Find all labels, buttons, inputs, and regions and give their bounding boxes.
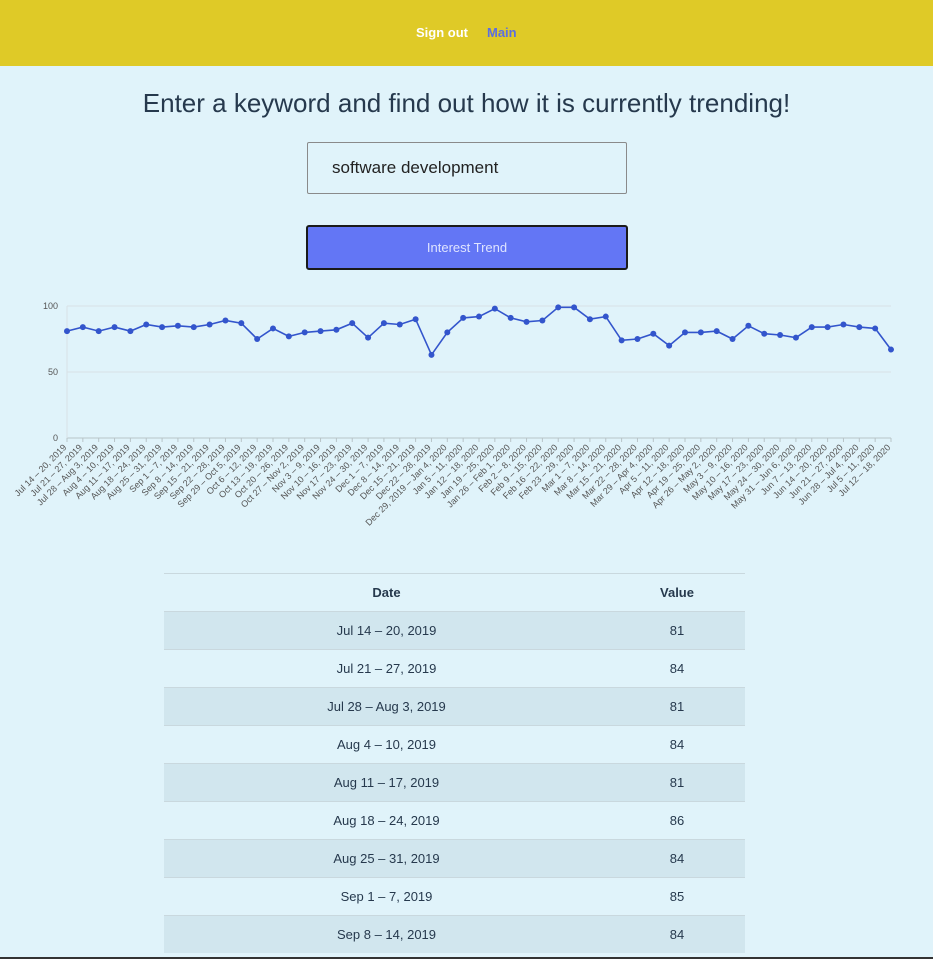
data-point: [238, 320, 245, 327]
data-point: [808, 324, 815, 331]
data-point: [602, 313, 609, 320]
data-point: [460, 314, 467, 321]
data-point: [428, 351, 435, 358]
table-header-row: Date Value: [164, 573, 745, 612]
data-point: [365, 334, 372, 341]
table-row: Sep 1 – 7, 2019 85: [164, 877, 745, 916]
y-tick-label: 50: [48, 367, 58, 377]
data-point: [586, 316, 593, 323]
data-point: [856, 324, 863, 331]
value-cell: 81: [609, 687, 745, 726]
data-point: [571, 304, 578, 311]
data-point: [888, 346, 894, 353]
data-point: [174, 322, 181, 329]
table-row: Jul 14 – 20, 2019 81: [164, 611, 745, 650]
data-point: [64, 328, 70, 335]
table-row: Sep 8 – 14, 2019 84: [164, 915, 745, 953]
date-cell: Jul 14 – 20, 2019: [164, 611, 609, 650]
y-tick-label: 100: [43, 301, 58, 311]
value-cell: 81: [609, 611, 745, 650]
data-point: [491, 305, 498, 312]
data-point: [95, 328, 102, 335]
keyword-search-input[interactable]: [307, 142, 627, 194]
data-point: [79, 324, 86, 331]
value-cell: 86: [609, 801, 745, 840]
data-point: [666, 342, 673, 349]
table-row: Aug 4 – 10, 2019 84: [164, 725, 745, 764]
data-point: [206, 321, 213, 328]
data-point: [190, 324, 197, 331]
date-column-header: Date: [164, 573, 609, 612]
data-point: [333, 326, 340, 333]
data-point: [539, 317, 546, 324]
data-point: [872, 325, 879, 332]
table-row: Aug 11 – 17, 2019 81: [164, 763, 745, 802]
data-point: [317, 328, 324, 335]
data-point: [127, 328, 134, 335]
table-row: Jul 28 – Aug 3, 2019 81: [164, 687, 745, 726]
data-point: [523, 318, 530, 325]
data-point: [618, 337, 625, 344]
data-point: [682, 329, 688, 336]
date-cell: Sep 8 – 14, 2019: [164, 915, 609, 953]
data-point: [301, 329, 308, 336]
page-headline: Enter a keyword and find out how it is c…: [142, 88, 791, 118]
value-cell: 84: [609, 915, 745, 953]
data-point: [254, 336, 261, 342]
top-navigation-bar: Sign out Main: [0, 0, 933, 66]
data-point: [396, 321, 403, 328]
data-point: [507, 314, 514, 321]
data-point: [824, 324, 831, 331]
data-point: [222, 317, 229, 324]
table-row: Jul 21 – 27, 2019 84: [164, 649, 745, 688]
data-point: [777, 332, 784, 339]
data-point: [349, 320, 356, 327]
data-point: [111, 324, 118, 331]
date-cell: Jul 21 – 27, 2019: [164, 649, 609, 688]
date-cell: Aug 11 – 17, 2019: [164, 763, 609, 802]
data-point: [143, 321, 150, 328]
value-column-header: Value: [609, 573, 745, 612]
value-cell: 81: [609, 763, 745, 802]
data-point: [792, 334, 799, 341]
date-cell: Aug 18 – 24, 2019: [164, 801, 609, 840]
data-point: [650, 330, 657, 337]
data-point: [555, 304, 562, 311]
date-cell: Aug 4 – 10, 2019: [164, 725, 609, 764]
y-tick-label: 0: [53, 433, 58, 443]
data-point: [380, 320, 387, 327]
data-point: [729, 336, 736, 342]
data-point: [270, 325, 276, 332]
interest-trend-chart: 050100Jul 14 – 20, 2019Jul 21 – 27, 2019…: [13, 301, 894, 528]
value-cell: 85: [609, 877, 745, 916]
data-point: [476, 313, 482, 320]
value-cell: 84: [609, 839, 745, 878]
date-cell: Jul 28 – Aug 3, 2019: [164, 687, 609, 726]
table-row: Aug 18 – 24, 2019 86: [164, 801, 745, 840]
date-cell: Aug 25 – 31, 2019: [164, 839, 609, 878]
data-point: [697, 329, 704, 336]
data-point: [159, 324, 166, 331]
data-point: [444, 329, 451, 336]
data-point: [412, 316, 419, 323]
data-point: [745, 322, 752, 329]
data-point: [634, 336, 641, 342]
data-point: [761, 330, 768, 337]
table-row: Aug 25 – 31, 2019 84: [164, 839, 745, 878]
main-link[interactable]: Main: [487, 25, 517, 40]
date-cell: Sep 1 – 7, 2019: [164, 877, 609, 916]
data-point: [285, 333, 292, 340]
data-point: [840, 321, 847, 328]
data-point: [713, 328, 720, 335]
trend-data-table: Date Value Jul 14 – 20, 2019 81 Jul 21 –…: [164, 573, 745, 953]
interest-trend-button[interactable]: Interest Trend: [306, 225, 628, 270]
sign-out-link[interactable]: Sign out: [416, 25, 468, 40]
value-cell: 84: [609, 725, 745, 764]
value-cell: 84: [609, 649, 745, 688]
